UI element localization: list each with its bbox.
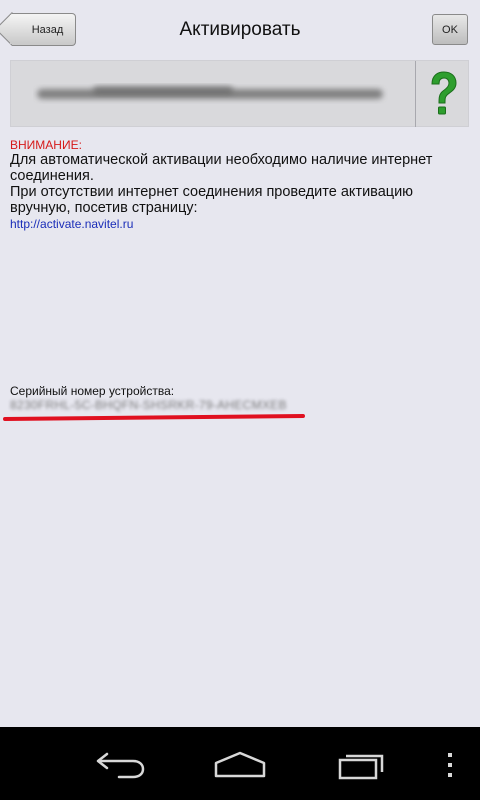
overflow-menu-icon (448, 753, 452, 777)
nav-back-button[interactable] (90, 745, 150, 785)
question-mark-icon (431, 71, 457, 115)
red-underline-annotation (3, 414, 305, 421)
back-button[interactable]: Назад (10, 13, 76, 46)
key-divider (415, 61, 416, 127)
activation-message: ВНИМАНИЕ: Для автоматической активации н… (10, 138, 472, 232)
activation-link[interactable]: http://activate.navitel.ru (10, 216, 472, 232)
system-navigation-bar (0, 727, 480, 800)
nav-home-button[interactable] (208, 745, 272, 785)
nav-recent-apps-button[interactable] (330, 745, 390, 785)
help-button[interactable] (417, 61, 469, 127)
message-line-manual: При отсутствии интернет соединения прове… (10, 184, 414, 216)
message-line-internet: Для автоматической активации необходимо … (10, 152, 433, 184)
ok-button[interactable]: OK (432, 14, 468, 45)
warning-title: ВНИМАНИЕ: (10, 138, 82, 152)
back-button-label: Назад (31, 23, 64, 36)
recent-apps-icon (338, 754, 384, 780)
back-arrow-icon (96, 752, 145, 779)
page-title: Активировать (179, 19, 301, 40)
home-icon (214, 751, 266, 778)
title-bar: Назад Активировать OK (0, 0, 480, 60)
serial-number-label: Серийный номер устройства: (10, 384, 175, 398)
nav-overflow-menu-button[interactable] (438, 745, 462, 785)
activation-key-field[interactable] (10, 60, 469, 127)
blurred-key-text (37, 86, 383, 99)
